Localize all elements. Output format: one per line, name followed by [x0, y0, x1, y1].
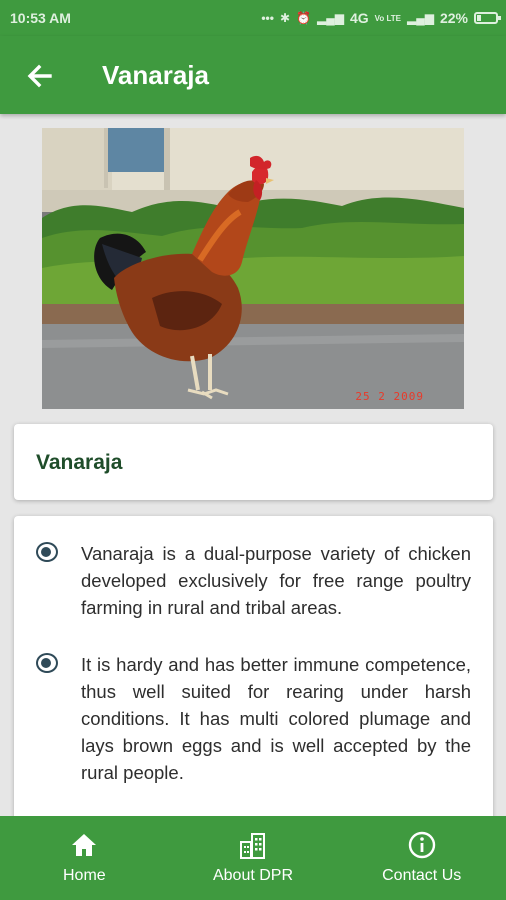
nav-home[interactable]: Home [0, 816, 169, 900]
buildings-icon [240, 833, 265, 859]
title-card: Vanaraja [14, 424, 493, 500]
bluetooth-icon: ✱ [279, 11, 291, 25]
more-dots-icon: ••• [261, 11, 274, 25]
nav-contact-label: Contact Us [382, 867, 462, 884]
nav-about-label: About DPR [212, 867, 294, 884]
back-arrow-icon[interactable] [22, 58, 58, 94]
network-type: 4G [349, 10, 369, 26]
bullet-icon [36, 542, 58, 562]
rooster-photo: 25 2 2009 [42, 128, 464, 409]
status-icons: ••• ✱ ⏰ ▂▄▆ 4G Vo LTE ▂▄▆ 22% [261, 10, 501, 26]
description-card: Vanaraja is a dual-purpose variety of ch… [14, 516, 493, 836]
app-bar: Vanaraja [0, 36, 506, 114]
signal-icon: ▂▄▆ [316, 11, 344, 25]
photo-date-stamp: 25 2 2009 [355, 390, 424, 403]
bullet-text: Vanaraja is a dual-purpose variety of ch… [81, 543, 471, 618]
battery-percent: 22% [439, 10, 468, 26]
list-item: Vanaraja is a dual-purpose variety of ch… [36, 540, 471, 621]
status-time: 10:53 AM [10, 10, 71, 26]
card-title: Vanaraja [36, 451, 123, 474]
page-title: Vanaraja [102, 60, 209, 90]
battery-icon [474, 12, 501, 24]
signal-icon-2: ▂▄▆ [407, 11, 434, 25]
list-item: It is hardy and has better immune compet… [36, 651, 471, 786]
bullet-text: It is hardy and has better immune compet… [81, 654, 471, 783]
nav-contact[interactable]: Contact Us [337, 816, 506, 900]
alarm-icon: ⏰ [296, 11, 311, 25]
status-bar: 10:53 AM ••• ✱ ⏰ ▂▄▆ 4G Vo LTE ▂▄▆ 22% [0, 0, 506, 36]
nav-home-label: Home [62, 867, 106, 884]
home-icon [72, 834, 97, 856]
nav-about[interactable]: About DPR [169, 816, 338, 900]
info-icon [408, 831, 435, 859]
bullet-icon [36, 653, 58, 673]
bottom-navigation: Home About DPR Contact Us [0, 816, 506, 900]
volte-label: Vo LTE [374, 13, 401, 23]
